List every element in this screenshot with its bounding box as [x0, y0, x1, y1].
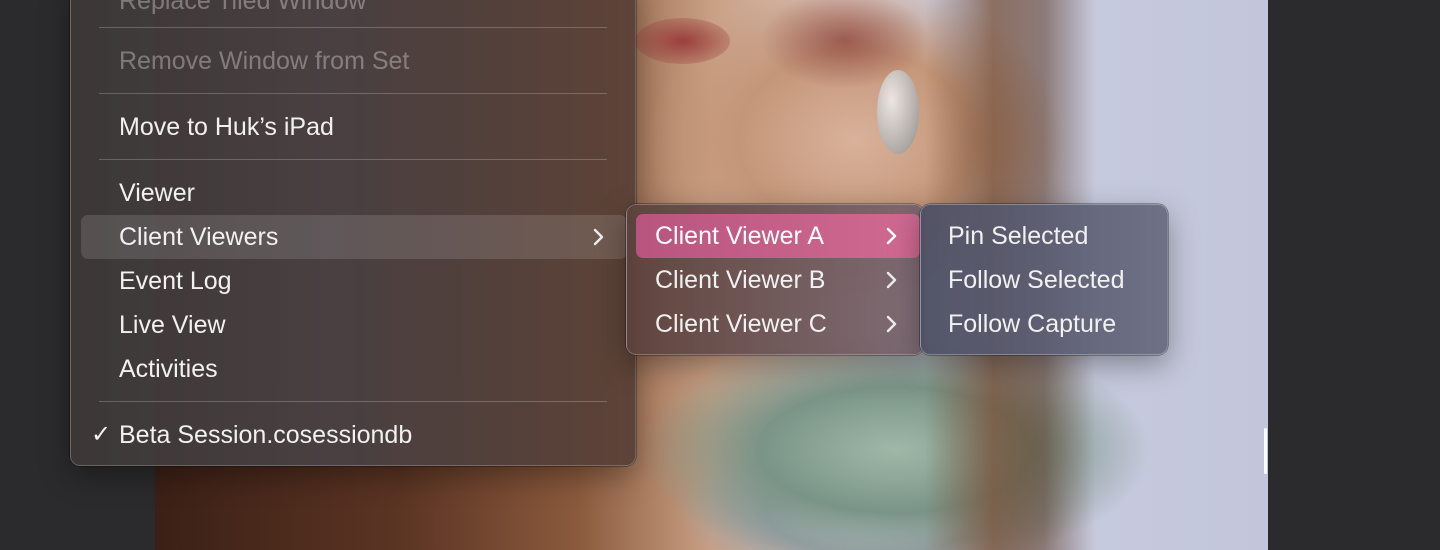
window-context-menu: Replace Tiled Window Remove Window from …	[70, 0, 636, 466]
menu-item-label: Remove Window from Set	[119, 47, 410, 75]
menu-item-remove-window-from-set: Remove Window from Set	[99, 39, 609, 83]
menu-item-pin-selected[interactable]: Pin Selected	[930, 214, 1158, 258]
menu-item-client-viewer-a[interactable]: Client Viewer A	[636, 214, 920, 258]
chevron-right-icon	[589, 215, 609, 259]
chevron-right-icon	[882, 302, 902, 346]
menu-item-move-to-ipad[interactable]: Move to Huk’s iPad	[99, 105, 609, 149]
menu-item-follow-selected[interactable]: Follow Selected	[930, 258, 1158, 302]
menu-item-label: Client Viewer A	[655, 222, 825, 250]
checkmark-icon: ✓	[91, 421, 112, 448]
menu-separator	[99, 159, 607, 160]
menu-item-beta-session[interactable]: ✓ Beta Session.cosessiondb	[71, 413, 611, 457]
menu-item-label: Pin Selected	[948, 222, 1089, 250]
menu-item-label: Client Viewer C	[655, 310, 827, 338]
photo-detail-earring	[877, 70, 919, 154]
menu-item-label: Move to Huk’s iPad	[119, 113, 334, 141]
menu-item-follow-capture[interactable]: Follow Capture	[930, 302, 1158, 346]
menu-item-client-viewer-b[interactable]: Client Viewer B	[636, 258, 920, 302]
menu-item-label: Client Viewer B	[655, 266, 826, 294]
menu-separator	[99, 401, 607, 402]
menu-separator	[99, 27, 607, 28]
client-viewers-submenu: Client Viewer A Client Viewer B Client V…	[626, 204, 924, 355]
client-viewer-a-submenu: Pin Selected Follow Selected Follow Capt…	[920, 204, 1168, 355]
menu-item-label: Beta Session.cosessiondb	[119, 421, 413, 449]
menu-item-label: Client Viewers	[119, 223, 279, 251]
menu-separator	[99, 93, 607, 94]
menu-item-event-log[interactable]: Event Log	[99, 259, 609, 303]
menu-item-client-viewer-c[interactable]: Client Viewer C	[636, 302, 920, 346]
menu-item-label: Follow Capture	[948, 310, 1117, 338]
menu-item-label: Follow Selected	[948, 266, 1125, 294]
menu-item-label: Viewer	[119, 179, 195, 207]
menu-item-client-viewers[interactable]: Client Viewers	[81, 215, 627, 259]
menu-item-label: Replace Tiled Window	[119, 0, 367, 15]
menu-item-label: Activities	[119, 355, 218, 383]
chevron-right-icon	[882, 258, 902, 302]
menu-item-live-view[interactable]: Live View	[99, 303, 609, 347]
photo-detail-lips	[635, 18, 730, 64]
menu-item-viewer[interactable]: Viewer	[99, 171, 609, 215]
screen: Replace Tiled Window Remove Window from …	[0, 0, 1440, 550]
menu-item-label: Event Log	[119, 267, 232, 295]
menu-item-label: Live View	[119, 311, 226, 339]
menu-item-activities[interactable]: Activities	[99, 347, 609, 391]
chevron-right-icon	[882, 214, 902, 258]
menu-item-replace-tiled-window: Replace Tiled Window	[99, 0, 609, 23]
resize-handle[interactable]	[1264, 428, 1267, 474]
